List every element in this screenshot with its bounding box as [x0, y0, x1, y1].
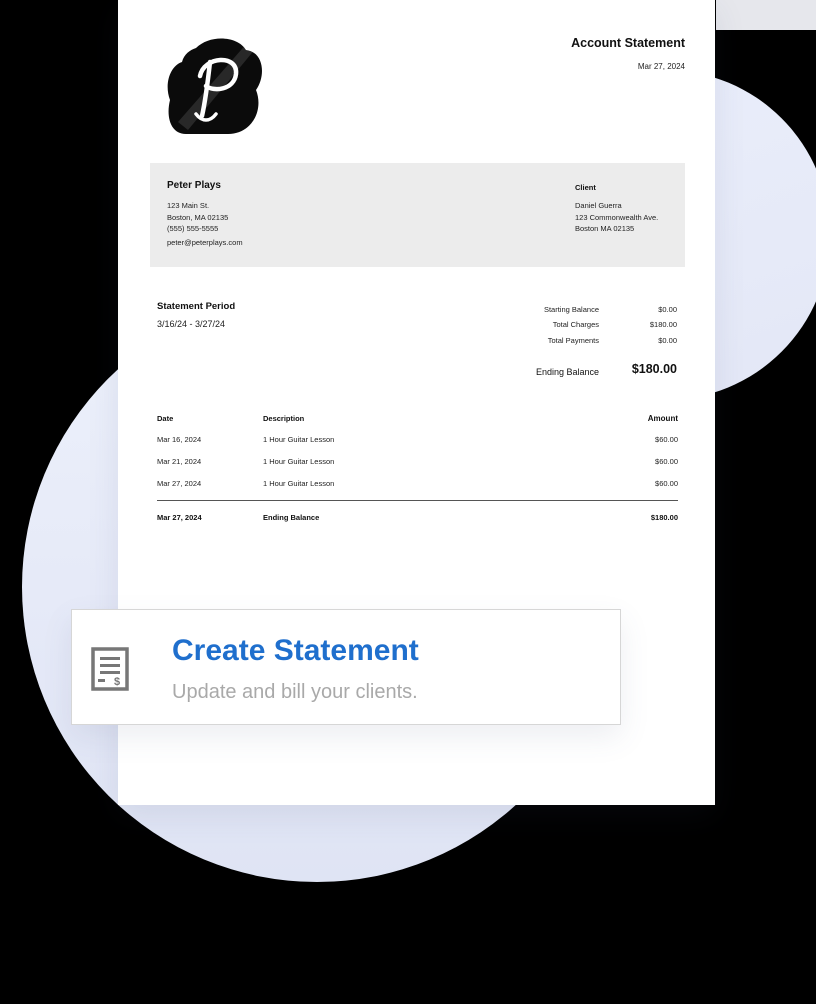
info-band: Peter Plays 123 Main St. Boston, MA 0213…	[150, 163, 685, 267]
cell-amount: $60.00	[655, 435, 678, 444]
client-address: Daniel Guerra 123 Commonwealth Ave. Bost…	[575, 200, 658, 235]
summary-value: $0.00	[658, 336, 677, 345]
statement-icon: $	[91, 647, 129, 691]
summary-label: Starting Balance	[543, 305, 599, 314]
client-street: 123 Commonwealth Ave.	[575, 212, 659, 222]
ending-balance-label: Ending Balance	[535, 367, 599, 377]
create-statement-card[interactable]: $ Create Statement Update and bill your …	[71, 609, 621, 725]
company-street: 123 Main St.	[167, 201, 210, 210]
header-date: Date	[157, 414, 174, 423]
logo-icon	[167, 38, 262, 134]
table-row: Mar 21, 2024 1 Hour Guitar Lesson $60.00	[157, 457, 678, 479]
cell-date: Mar 16, 2024	[157, 435, 202, 444]
client-label: Client	[575, 183, 596, 192]
client-city: Boston MA 02135	[575, 224, 635, 233]
header-amount: Amount	[647, 414, 678, 423]
document-title: Account Statement	[571, 36, 685, 50]
ending-balance: Ending Balance $180.00	[477, 362, 677, 378]
card-subtitle: Update and bill your clients.	[172, 681, 418, 703]
total-date: Mar 27, 2024	[157, 513, 202, 522]
company-email: peter@peterplays.com	[167, 237, 243, 247]
document-date: Mar 27, 2024	[637, 62, 685, 71]
summary-row: Starting Balance $0.00	[507, 305, 677, 317]
table-total-row: Mar 27, 2024 Ending Balance $180.00	[157, 513, 678, 535]
background-panel	[716, 0, 816, 30]
cell-amount: $60.00	[655, 457, 678, 466]
company-name: Peter Plays	[167, 180, 221, 191]
cell-description: 1 Hour Guitar Lesson	[263, 479, 335, 488]
summary-row: Total Payments $0.00	[507, 336, 677, 348]
summary-label: Total Charges	[552, 320, 599, 329]
company-address: 123 Main St. Boston, MA 02135 (555) 555-…	[167, 200, 243, 248]
cell-amount: $60.00	[655, 479, 678, 488]
summary-value: $180.00	[649, 320, 677, 329]
cell-date: Mar 21, 2024	[157, 457, 202, 466]
cell-description: 1 Hour Guitar Lesson	[263, 457, 335, 466]
total-amount: $180.00	[650, 513, 678, 522]
company-phone: (555) 555-5555	[167, 224, 219, 233]
svg-text:$: $	[114, 676, 120, 688]
company-city: Boston, MA 02135	[167, 212, 229, 222]
table-row: Mar 27, 2024 1 Hour Guitar Lesson $60.00	[157, 479, 678, 501]
cell-date: Mar 27, 2024	[157, 479, 202, 488]
header-description: Description	[263, 414, 305, 423]
table-header: Date Description Amount	[157, 414, 678, 435]
client-name: Daniel Guerra	[575, 201, 622, 210]
ending-balance-value: $180.00	[631, 362, 677, 376]
table-divider	[157, 500, 678, 501]
table-row: Mar 16, 2024 1 Hour Guitar Lesson $60.00	[157, 435, 678, 457]
summary-row: Total Charges $180.00	[507, 320, 677, 332]
cell-description: 1 Hour Guitar Lesson	[263, 435, 335, 444]
transactions-table: Date Description Amount Mar 16, 2024 1 H…	[157, 414, 678, 522]
statement-period-value: 3/16/24 - 3/27/24	[157, 319, 226, 329]
card-title: Create Statement	[172, 634, 419, 667]
summary-value: $0.00	[658, 305, 677, 314]
total-description: Ending Balance	[263, 513, 320, 522]
summary-label: Total Payments	[547, 336, 599, 345]
statement-period-label: Statement Period	[157, 301, 236, 312]
